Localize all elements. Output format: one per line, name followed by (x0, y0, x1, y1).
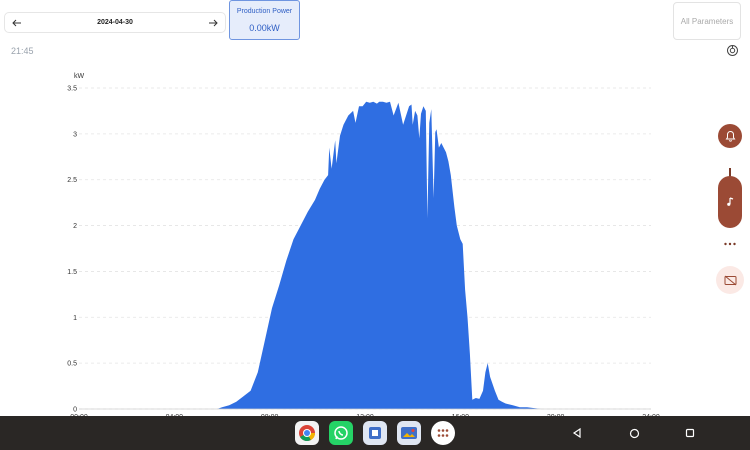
more-dots-icon (724, 242, 736, 246)
more-button[interactable] (718, 234, 742, 254)
home-button[interactable] (626, 425, 642, 441)
whatsapp-icon (334, 426, 348, 440)
production-power-chart: 00.511.522.533.500:0004:0008:0012:0016:0… (67, 73, 660, 416)
y-tick-label: 2 (73, 223, 77, 230)
app-drawer-button[interactable] (431, 421, 455, 445)
y-tick-label: 1 (73, 315, 77, 322)
y-tick-label: 2.5 (67, 177, 77, 184)
screen-off-icon (724, 275, 736, 285)
y-tick-label: 3.5 (67, 86, 77, 93)
recents-button[interactable] (682, 425, 698, 441)
bell-icon (725, 130, 735, 142)
taskbar (0, 416, 750, 450)
files-app[interactable] (363, 421, 387, 445)
music-note-icon (727, 197, 734, 206)
y-axis-label: kW (74, 73, 85, 80)
y-tick-label: 0 (73, 407, 77, 414)
bell-button[interactable] (718, 124, 742, 148)
chrome-app[interactable] (295, 421, 319, 445)
files-icon (369, 427, 381, 439)
back-button[interactable] (569, 425, 585, 441)
music-slider[interactable] (718, 176, 742, 228)
recents-icon (685, 428, 695, 438)
y-tick-label: 3 (73, 131, 77, 138)
chrome-icon (299, 425, 315, 441)
y-tick-label: 0.5 (67, 361, 77, 368)
y-tick-label: 1.5 (67, 269, 77, 276)
whatsapp-app[interactable] (329, 421, 353, 445)
app-drawer-icon (437, 429, 449, 437)
gallery-icon (401, 427, 417, 439)
home-icon (629, 428, 639, 438)
back-icon (572, 428, 581, 438)
gallery-app[interactable] (397, 421, 421, 445)
screen-off-button[interactable] (716, 266, 744, 294)
